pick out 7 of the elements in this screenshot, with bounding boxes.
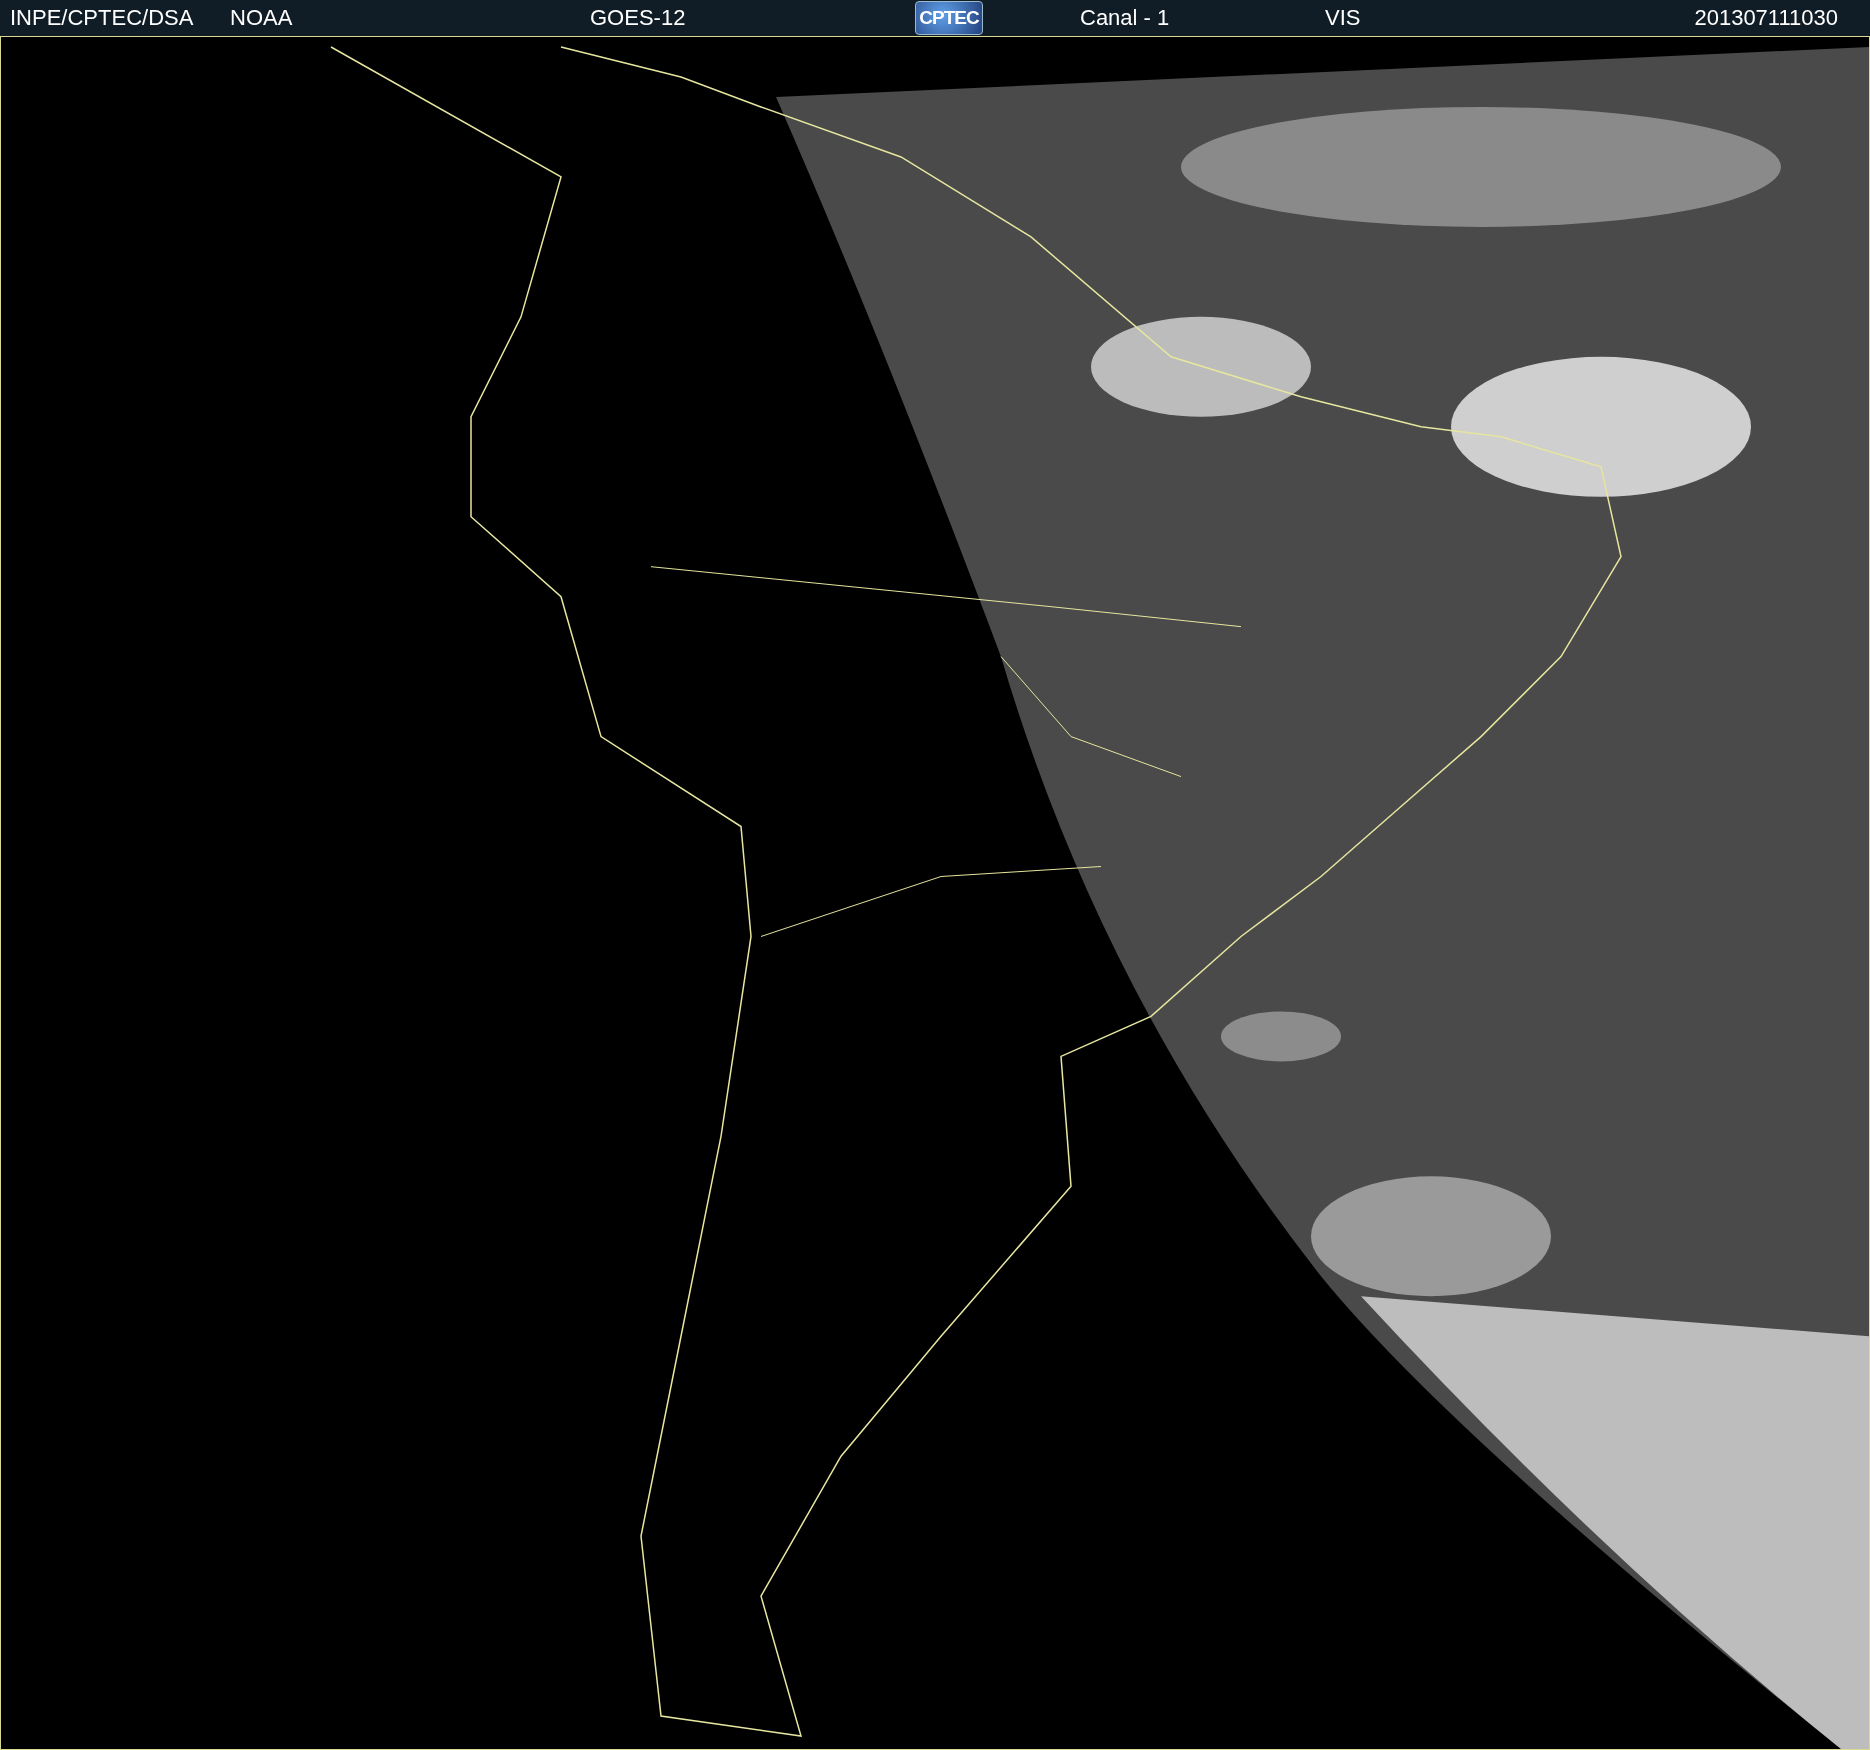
header-label: 201307111030	[1694, 5, 1838, 31]
header-label: NOAA	[230, 5, 293, 31]
header-label: Canal - 1	[1080, 5, 1170, 31]
header-label: GOES-12	[590, 5, 686, 31]
header-label: INPE/CPTEC/DSA	[10, 5, 194, 31]
logo: CPTEC	[915, 1, 983, 35]
header-label: VIS	[1325, 5, 1361, 31]
